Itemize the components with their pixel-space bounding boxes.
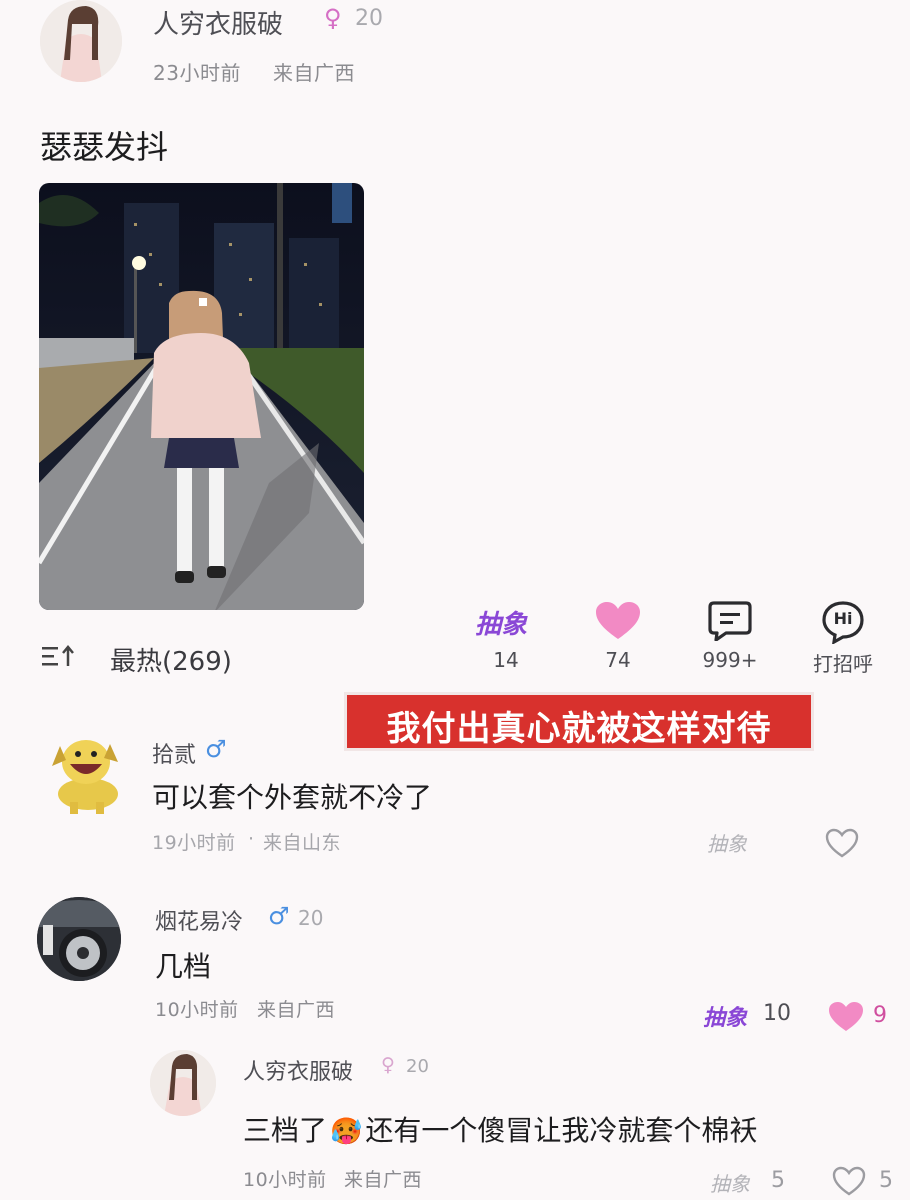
caption-banner-text: 我付出真心就被这样对待 bbox=[386, 710, 772, 748]
reply-location: 来自广西 bbox=[344, 1169, 423, 1191]
reply-like-heart-icon[interactable] bbox=[832, 1166, 866, 1196]
comment-author[interactable]: 拾贰 bbox=[152, 737, 196, 769]
comment-like-count: 9 bbox=[873, 1003, 887, 1028]
comment-chouxiang-button[interactable]: 抽象 bbox=[707, 828, 747, 857]
reply-like-count: 5 bbox=[879, 1168, 893, 1193]
comment-like-heart-icon[interactable] bbox=[825, 828, 859, 858]
comment-time: 19小时前 bbox=[152, 832, 236, 854]
post-time: 23小时前 bbox=[153, 61, 241, 85]
reply-chouxiang-button[interactable]: 抽象 bbox=[710, 1168, 750, 1197]
male-gender-icon: ♂ bbox=[205, 735, 227, 763]
comment-avatar[interactable] bbox=[37, 897, 121, 981]
male-gender-icon: ♂ bbox=[268, 902, 290, 930]
sort-hot-label[interactable]: 最热(269) bbox=[110, 641, 232, 678]
post-location: 来自广西 bbox=[273, 61, 355, 85]
reply-text-part2: 还有一个傻冒让我冷就套个棉袄 bbox=[365, 1114, 758, 1147]
comment-count: 999+ bbox=[702, 648, 758, 672]
chouxiang-button[interactable]: 抽象 bbox=[475, 604, 527, 641]
reply-avatar[interactable] bbox=[150, 1050, 216, 1116]
comment-location: 来自广西 bbox=[257, 999, 336, 1021]
hot-face-emoji-icon: 🥵 bbox=[330, 1117, 363, 1147]
comment-text: 可以套个外套就不冷了 bbox=[152, 781, 433, 814]
reply-text-part1: 三档了 bbox=[243, 1114, 328, 1147]
post-author-avatar[interactable] bbox=[40, 0, 122, 82]
reply-chouxiang-count: 5 bbox=[771, 1168, 785, 1193]
comment-time: 10小时前 bbox=[155, 999, 239, 1021]
post-text: 瑟瑟发抖 bbox=[40, 128, 169, 166]
comment-author-level: 20 bbox=[298, 906, 324, 930]
like-heart-icon[interactable] bbox=[596, 602, 640, 640]
post-author-name[interactable]: 人穷衣服破 bbox=[153, 4, 283, 41]
post-photo[interactable] bbox=[39, 183, 364, 610]
greet-hi-icon[interactable]: Hi bbox=[820, 600, 866, 645]
greet-label[interactable]: 打招呼 bbox=[798, 648, 888, 677]
comment-chouxiang-count: 10 bbox=[763, 1001, 791, 1026]
reply-author-level: 20 bbox=[406, 1056, 429, 1077]
reply-time: 10小时前 bbox=[243, 1169, 327, 1191]
comment-author[interactable]: 烟花易冷 bbox=[155, 904, 243, 936]
like-count: 74 bbox=[605, 648, 631, 672]
female-gender-icon: ♀ bbox=[324, 4, 342, 32]
post-author-level: 20 bbox=[355, 6, 383, 31]
comment-meta-separator: · bbox=[248, 828, 255, 850]
chouxiang-count: 14 bbox=[493, 648, 519, 672]
greet-hi-text: Hi bbox=[833, 609, 853, 628]
female-gender-icon: ♀ bbox=[381, 1054, 395, 1076]
comment-avatar[interactable] bbox=[48, 732, 124, 816]
reply-text: 三档了 🥵 还有一个傻冒让我冷就套个棉袄 bbox=[243, 1109, 757, 1149]
comment-icon[interactable] bbox=[708, 601, 752, 642]
reply-author[interactable]: 人穷衣服破 bbox=[243, 1054, 353, 1086]
sort-icon[interactable] bbox=[42, 644, 78, 670]
comment-chouxiang-button[interactable]: 抽象 bbox=[703, 1000, 747, 1032]
comment-location: 来自山东 bbox=[263, 832, 342, 854]
comment-like-heart-icon[interactable] bbox=[828, 1001, 864, 1033]
comment-text: 几档 bbox=[155, 950, 212, 983]
caption-banner: 我付出真心就被这样对待 bbox=[347, 695, 811, 748]
